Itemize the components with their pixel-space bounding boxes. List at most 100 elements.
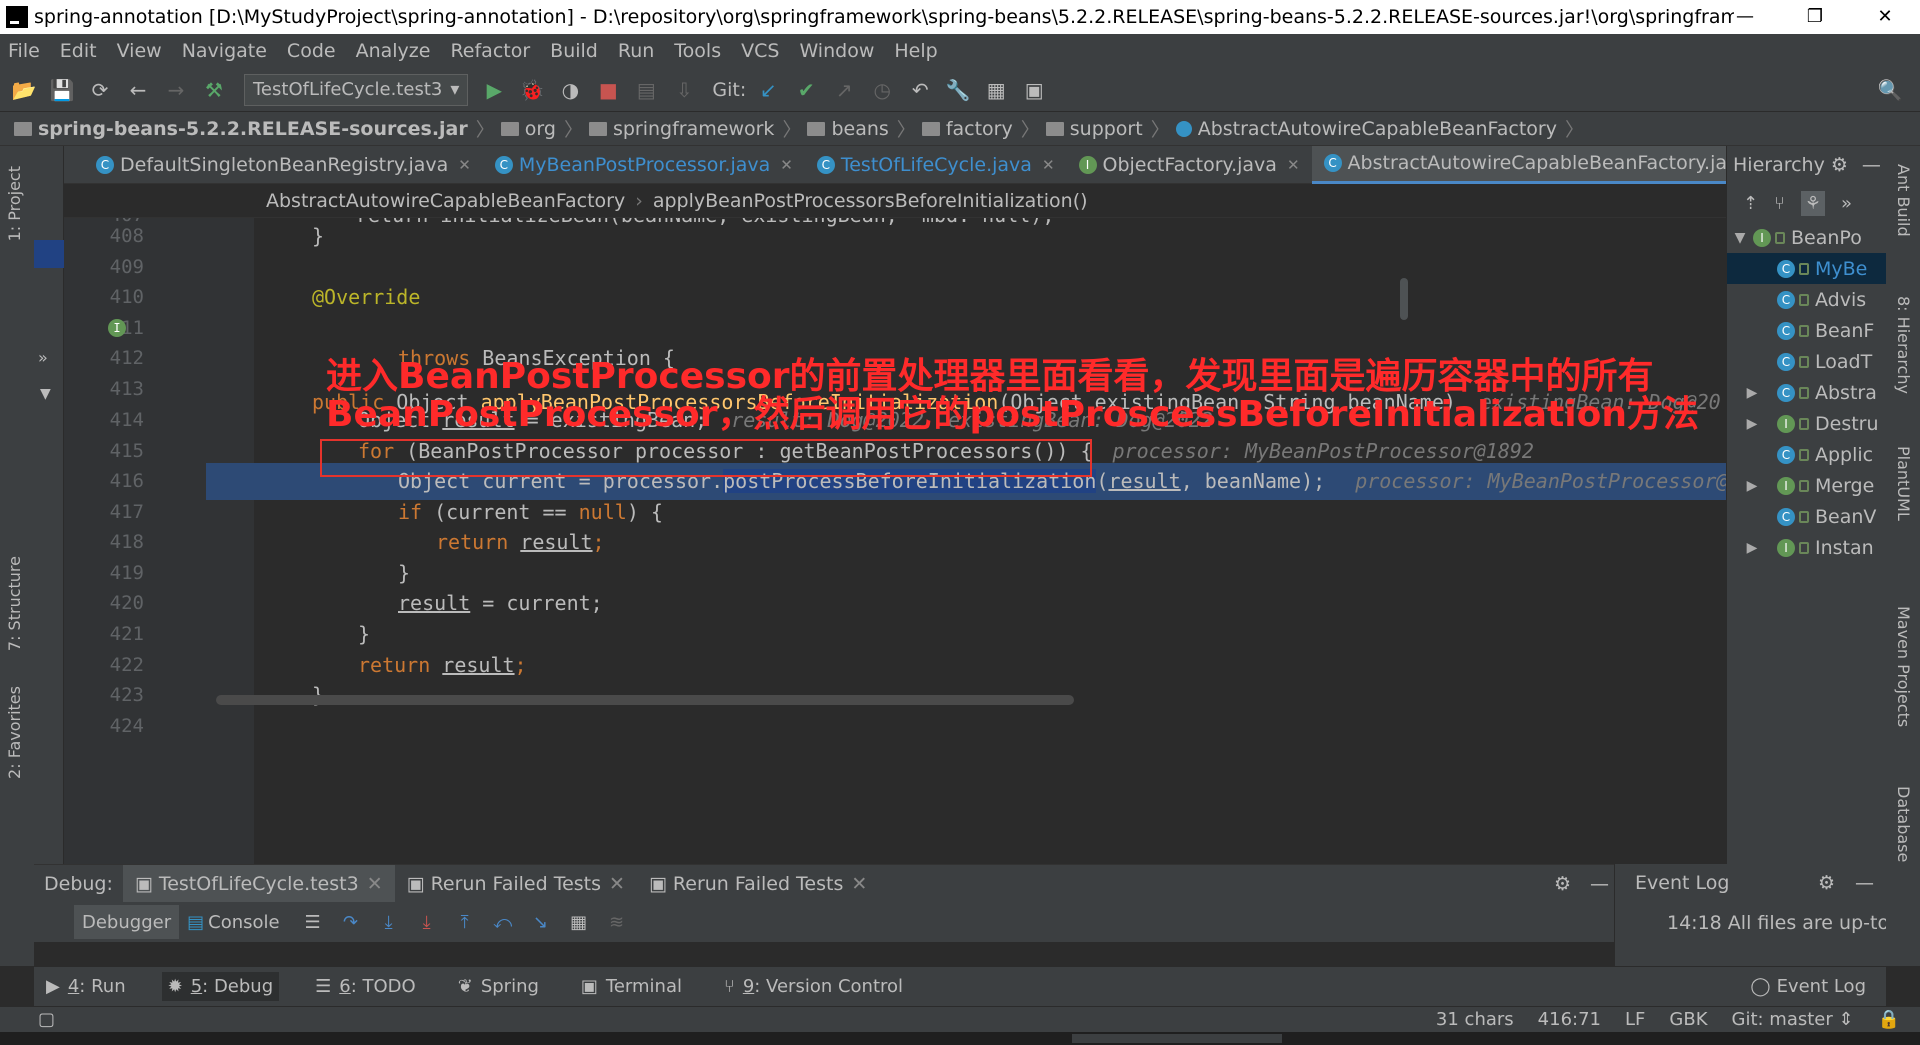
gear-icon[interactable]: ⚙ <box>1554 873 1571 895</box>
event-log-tool-tab[interactable]: ◯ Event Log <box>1744 972 1872 1001</box>
minimize-panel-icon[interactable]: — <box>1862 154 1881 176</box>
menu-build[interactable]: Build <box>550 40 598 62</box>
breadcrumb-org[interactable]: org 〉 <box>500 115 583 142</box>
menu-help[interactable]: Help <box>894 40 937 62</box>
hierarchy-tool-tab[interactable]: 8: Hierarchy <box>1894 296 1913 394</box>
nav-class[interactable]: AbstractAutowireCapableBeanFactory <box>266 190 625 212</box>
ant-build-tool-tab[interactable]: Ant Build <box>1894 164 1913 237</box>
tab-default-singleton-bean-registry[interactable]: C DefaultSingletonBeanRegistry.java ✕ <box>84 146 483 184</box>
vcs-update-icon[interactable]: ▤ <box>632 76 660 104</box>
search-icon[interactable]: 🔍 <box>1876 76 1904 104</box>
hierarchy-item[interactable]: C Applic <box>1727 439 1886 470</box>
git-history-icon[interactable]: ◷ <box>868 76 896 104</box>
run-icon[interactable]: ▶ <box>480 76 508 104</box>
todo-tool-tab[interactable]: ☰ 6: TODO <box>309 972 422 1001</box>
status-encoding[interactable]: GBK <box>1669 1009 1707 1030</box>
sync-icon[interactable]: ⟳ <box>86 76 114 104</box>
close-icon[interactable]: ✕ <box>851 873 867 895</box>
tab-abstract-autowire-capable-bean-factory[interactable]: C AbstractAutowireCapableBeanFactory.java… <box>1311 145 1785 184</box>
lock-icon[interactable]: 🔒 <box>1878 1009 1900 1030</box>
breadcrumb-factory[interactable]: factory 〉 <box>921 115 1040 142</box>
spring-tool-tab[interactable]: ❦ Spring <box>452 972 545 1001</box>
close-icon[interactable]: ✕ <box>609 873 625 895</box>
back-icon[interactable]: ← <box>124 76 152 104</box>
supertypes-icon[interactable]: ⇡ <box>1743 193 1758 214</box>
drop-frame-icon[interactable]: ⤺ <box>490 912 516 933</box>
menu-refactor[interactable]: Refactor <box>450 40 530 62</box>
close-icon[interactable]: ✕ <box>1287 156 1300 174</box>
hierarchy-item[interactable]: C BeanF <box>1727 315 1886 346</box>
tasks-icon[interactable]: ▣ <box>1020 76 1048 104</box>
debug-tab-test3[interactable]: ▣ TestOfLifeCycle.test3 ✕ <box>122 864 395 903</box>
forward-icon[interactable]: → <box>162 76 190 104</box>
version-control-tool-tab[interactable]: ⑂ 9: Version Control <box>718 972 909 1001</box>
plantuml-tool-tab[interactable]: PlantUML <box>1894 446 1913 521</box>
settings-wrench-icon[interactable]: 🔧 <box>944 76 972 104</box>
structure-tool-tab[interactable]: 7: Structure <box>5 556 24 651</box>
implements-marker-icon[interactable]: I <box>108 319 126 337</box>
tab-my-bean-post-processor[interactable]: C MyBeanPostProcessor.java ✕ <box>483 146 805 184</box>
project-structure-icon[interactable]: ▦ <box>982 76 1010 104</box>
debug-tab-rerun-2[interactable]: ▣ Rerun Failed Tests ✕ <box>637 865 879 903</box>
git-commit-icon[interactable]: ✔ <box>792 76 820 104</box>
tab-object-factory[interactable]: I ObjectFactory.java ✕ <box>1067 146 1312 184</box>
hierarchy-item[interactable]: C BeanV <box>1727 501 1886 532</box>
step-into-icon[interactable]: ⤓ <box>376 912 402 933</box>
status-position[interactable]: 416:71 <box>1538 1009 1601 1030</box>
panel-toggle-icon[interactable]: ▢ <box>38 1009 55 1030</box>
git-update-icon[interactable]: ↙ <box>754 76 782 104</box>
close-icon[interactable]: ✕ <box>780 156 793 174</box>
debugger-tab[interactable]: Debugger <box>74 905 180 939</box>
maven-projects-tool-tab[interactable]: Maven Projects <box>1894 606 1913 727</box>
trace-icon[interactable]: ≋ <box>604 912 630 933</box>
vertical-scrollbar[interactable] <box>1400 278 1408 320</box>
gear-icon[interactable]: ⚙ <box>1831 154 1848 176</box>
database-tool-tab[interactable]: Database <box>1894 786 1913 862</box>
menu-edit[interactable]: Edit <box>60 40 97 62</box>
status-line-separator[interactable]: LF <box>1625 1009 1645 1030</box>
menu-code[interactable]: Code <box>287 40 336 62</box>
menu-analyze[interactable]: Analyze <box>356 40 431 62</box>
minimize-panel-icon[interactable]: — <box>1590 873 1609 895</box>
coverage-icon[interactable]: ◑ <box>556 76 584 104</box>
menu-icon[interactable]: ☰ <box>300 912 326 933</box>
menu-run[interactable]: Run <box>618 40 654 62</box>
console-tab[interactable]: ▤ Console <box>179 905 287 939</box>
subtypes-icon[interactable]: ⑂ <box>1774 193 1785 214</box>
minimize-panel-icon[interactable]: — <box>1855 872 1874 894</box>
menu-vcs[interactable]: VCS <box>741 40 779 62</box>
git-compare-icon[interactable]: ↗ <box>830 76 858 104</box>
menu-tools[interactable]: Tools <box>674 40 721 62</box>
run-to-cursor-icon[interactable]: ↘ <box>528 912 554 933</box>
breadcrumb-jar[interactable]: spring-beans-5.2.2.RELEASE-sources.jar 〉 <box>14 115 495 142</box>
hierarchy-item[interactable]: ▼ I BeanPo <box>1727 222 1886 253</box>
hierarchy-item[interactable]: ▶ I Destru <box>1727 408 1886 439</box>
horizontal-scrollbar[interactable] <box>216 695 1074 705</box>
menu-navigate[interactable]: Navigate <box>182 40 267 62</box>
close-button[interactable]: ✕ <box>1850 0 1920 34</box>
terminal-tool-tab[interactable]: ▣ Terminal <box>575 972 688 1001</box>
menu-view[interactable]: View <box>117 40 162 62</box>
breadcrumb-springframework[interactable]: springframework 〉 <box>588 115 801 142</box>
breadcrumb-beans[interactable]: beans 〉 <box>807 115 916 142</box>
hierarchy-item[interactable]: ▶ I Instan <box>1727 532 1886 563</box>
menu-window[interactable]: Window <box>799 40 874 62</box>
minimize-button[interactable]: — <box>1710 0 1780 34</box>
open-folder-icon[interactable]: 📂 <box>10 76 38 104</box>
step-out-icon[interactable]: ⤒ <box>452 912 478 933</box>
save-icon[interactable]: 💾 <box>48 76 76 104</box>
type-hierarchy-icon[interactable]: ⚘ <box>1800 190 1826 216</box>
breadcrumb-class[interactable]: AbstractAutowireCapableBeanFactory 〉 <box>1175 115 1584 142</box>
restore-button[interactable]: ❐ <box>1780 0 1850 34</box>
run-tool-tab[interactable]: ▶ 4: Run <box>40 972 132 1001</box>
nav-method[interactable]: applyBeanPostProcessorsBeforeInitializat… <box>653 190 1088 212</box>
status-git-branch[interactable]: Git: master ⇕ <box>1732 1009 1854 1030</box>
favorites-tool-tab[interactable]: 2: Favorites <box>5 686 24 779</box>
hierarchy-item[interactable]: ▶ C Abstra <box>1727 377 1886 408</box>
gear-icon[interactable]: ⚙ <box>1818 872 1835 894</box>
hierarchy-item[interactable]: C LoadT <box>1727 346 1886 377</box>
hierarchy-item[interactable]: C Advis <box>1727 284 1886 315</box>
evaluate-icon[interactable]: ▦ <box>566 912 592 933</box>
run-config-select[interactable]: TestOfLifeCycle.test3 ▾ <box>244 73 469 106</box>
vcs-push-icon[interactable]: ⇩ <box>670 76 698 104</box>
